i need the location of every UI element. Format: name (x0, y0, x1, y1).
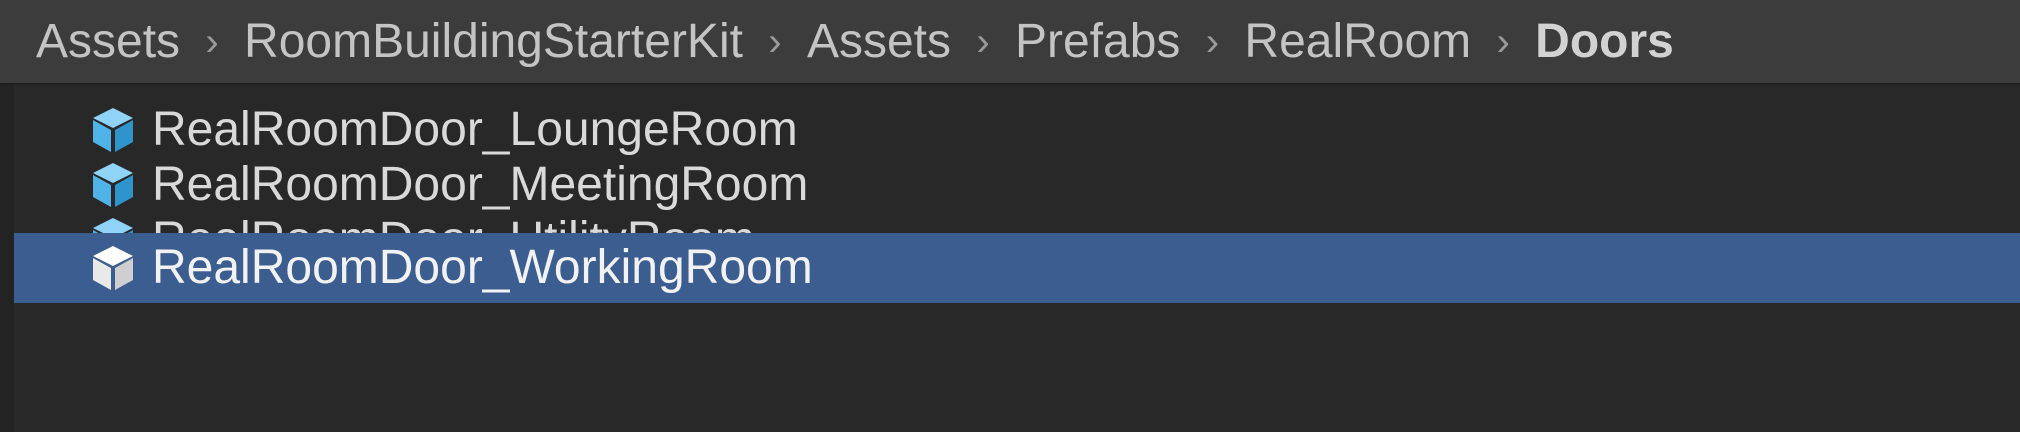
breadcrumb-item-roombuildingstarterkit[interactable]: RoomBuildingStarterKit (244, 17, 743, 66)
breadcrumb-separator-icon: › (205, 19, 219, 64)
breadcrumb-item-doors[interactable]: Doors (1535, 17, 1674, 66)
breadcrumb-item-assets-sub[interactable]: Assets (807, 17, 951, 66)
breadcrumb-separator-icon: › (1496, 19, 1510, 64)
breadcrumb-separator-icon: › (1205, 19, 1220, 64)
breadcrumb-item-assets[interactable]: Assets (36, 17, 180, 66)
project-browser-panel: Assets › RoomBuildingStarterKit › Assets… (0, 0, 2020, 432)
list-item-label: RealRoomDoor_MeetingRoom (152, 158, 809, 211)
prefab-cube-icon (93, 108, 133, 152)
breadcrumb: Assets › RoomBuildingStarterKit › Assets… (0, 0, 2020, 85)
breadcrumb-separator-icon: › (768, 19, 782, 64)
breadcrumb-separator-icon: › (976, 19, 990, 64)
prefab-cube-icon (93, 246, 133, 290)
list-gutter (0, 85, 14, 432)
breadcrumb-item-prefabs[interactable]: Prefabs (1015, 17, 1180, 66)
asset-list: RealRoomDoor_LoungeRoom RealRoomDoor_Mee… (14, 85, 2020, 432)
prefab-cube-icon (93, 163, 133, 207)
list-item-label: RealRoomDoor_WorkingRoom (152, 241, 813, 294)
list-item-selected[interactable]: RealRoomDoor_WorkingRoom (14, 233, 2020, 303)
list-item-label: RealRoomDoor_LoungeRoom (152, 103, 798, 156)
breadcrumb-item-realroom[interactable]: RealRoom (1244, 17, 1471, 66)
